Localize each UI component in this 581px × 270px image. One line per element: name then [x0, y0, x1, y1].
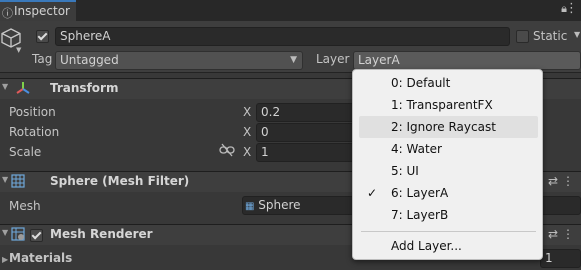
info-icon: ⓘ [2, 7, 13, 20]
position-x-axis: X [243, 105, 252, 119]
cube-dropdown-icon[interactable]: ▼ [16, 46, 21, 54]
fold-arrow-icon[interactable]: ▼ [2, 175, 8, 184]
scale-label: Scale [9, 145, 42, 159]
layer-menu-item[interactable]: 5: UI [353, 160, 542, 182]
menu-separator [361, 231, 536, 232]
mesh-label: Mesh [9, 199, 41, 213]
rotation-label: Rotation [9, 125, 60, 139]
transform-title: Transform [50, 81, 119, 95]
materials-count-input[interactable]: 1 [540, 249, 581, 268]
fold-arrow-icon[interactable]: ▼ [2, 228, 8, 237]
add-layer-menu-item[interactable]: Add Layer... [353, 235, 542, 257]
layer-menu-item[interactable]: 0: Default [353, 72, 542, 94]
scale-x-axis: X [243, 145, 252, 159]
position-label: Position [9, 105, 56, 119]
fold-arrow-icon[interactable]: ▼ [2, 82, 8, 91]
tag-label: Tag [32, 52, 53, 66]
static-checkbox[interactable] [516, 30, 529, 43]
checkmark-icon: ✓ [367, 186, 378, 200]
mesh-value: Sphere [258, 198, 301, 212]
component-menu-icons[interactable]: ⇄⋮ [548, 227, 578, 241]
mesh-renderer-icon [11, 227, 25, 244]
tag-value: Untagged [60, 53, 119, 67]
layer-label: Layer [316, 52, 350, 66]
layer-menu-item[interactable]: 1: TransparentFX [353, 94, 542, 116]
mesh-renderer-enabled-checkbox[interactable] [30, 229, 43, 242]
scale-x-input[interactable]: 1 [256, 143, 356, 162]
rotation-x-axis: X [243, 125, 252, 139]
materials-label: Materials [9, 251, 73, 265]
layer-menu-item[interactable]: 4: Water [353, 138, 542, 160]
mesh-filter-title: Sphere (Mesh Filter) [50, 174, 190, 188]
object-name-input[interactable]: SphereA [55, 27, 510, 46]
layer-dropdown-menu: 0: Default 1: TransparentFX 2: Ignore Ra… [352, 69, 543, 260]
chevron-down-icon: ▼ [290, 55, 297, 65]
object-header: ▼ SphereA Static ▼ Tag Untagged ▼ Layer … [0, 21, 581, 73]
rotation-x-input[interactable]: 0 [256, 123, 356, 142]
tab-label: Inspector [14, 4, 70, 18]
materials-fold-icon[interactable]: ▶ [2, 255, 8, 264]
transform-icon [15, 80, 31, 99]
layer-menu-item-selected[interactable]: ✓ 6: LayerA [353, 182, 542, 204]
mesh-small-icon: ▦ [245, 201, 255, 212]
position-x-input[interactable]: 0.2 [256, 103, 356, 122]
static-label: Static [533, 29, 568, 43]
tab-bar: ⓘ Inspector 🔒︎ ⋮ [0, 0, 581, 21]
unlink-icon[interactable] [219, 143, 235, 160]
layer-menu-item-highlighted[interactable]: 2: Ignore Raycast [359, 116, 538, 138]
active-checkbox[interactable] [36, 30, 49, 43]
tag-dropdown[interactable]: Untagged ▼ [55, 51, 303, 70]
layer-menu-item[interactable]: 7: LayerB [353, 204, 542, 226]
mesh-renderer-title: Mesh Renderer [50, 227, 153, 241]
tab-inspector[interactable]: ⓘ Inspector [0, 0, 76, 21]
mesh-grid-icon [11, 174, 25, 191]
more-menu-icon[interactable]: ⋮ [565, 1, 578, 16]
layer-value: LayerA [358, 53, 400, 67]
static-dropdown-icon[interactable]: ▼ [574, 30, 580, 39]
component-menu-icons[interactable]: ⇄⋮ [548, 174, 578, 188]
layer-dropdown[interactable]: LayerA [353, 51, 581, 70]
